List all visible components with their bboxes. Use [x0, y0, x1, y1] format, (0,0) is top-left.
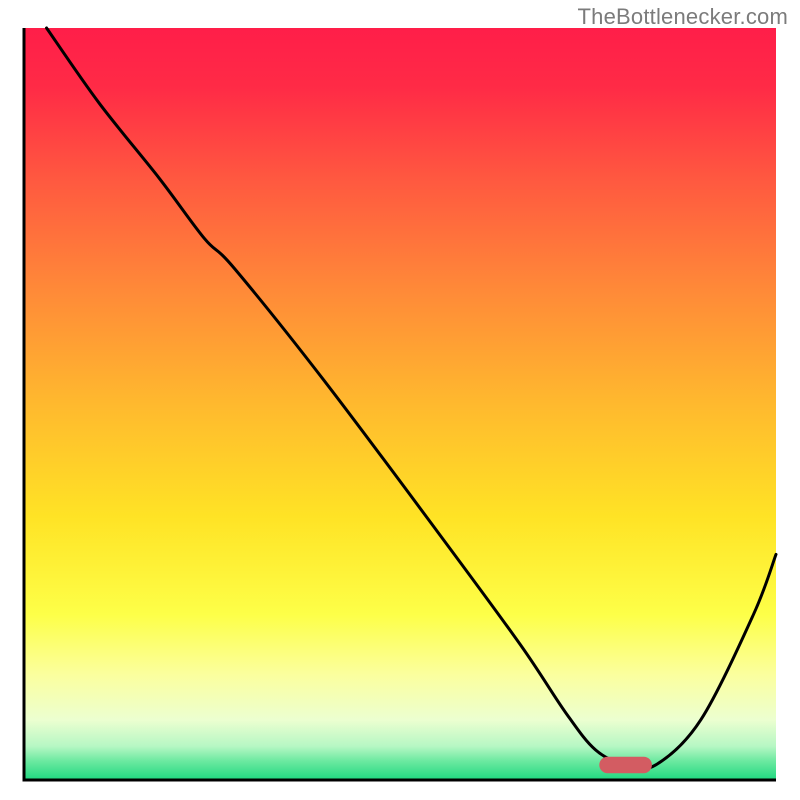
- chart-canvas: TheBottlenecker.com: [0, 0, 800, 800]
- target-marker: [599, 757, 652, 774]
- bottleneck-chart: [0, 0, 800, 800]
- chart-background: [24, 28, 776, 780]
